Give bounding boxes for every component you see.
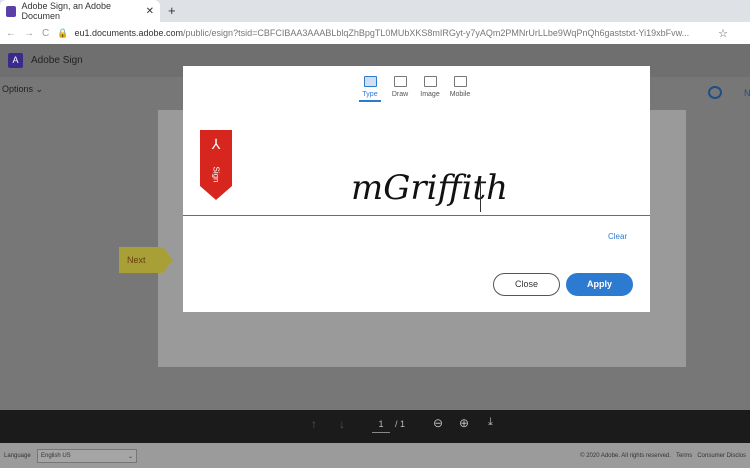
- mode-mobile[interactable]: Mobile: [449, 76, 471, 102]
- pen-icon: [393, 76, 407, 87]
- back-forward-reload-icon[interactable]: ←→C: [6, 28, 57, 39]
- download-icon[interactable]: ⤓: [488, 416, 493, 429]
- mode-label: Draw: [391, 91, 409, 98]
- document-toolbar: ↑ ↓ 1 / 1 ⊖ ⊕ ⤓: [0, 410, 750, 443]
- sign-flag: ⅄ Sign: [200, 130, 232, 200]
- signature-dialog: Type Draw Image Mobile ⅄ Sign mGriffith C…: [183, 66, 650, 312]
- flag-label: Sign: [211, 166, 221, 183]
- terms-link[interactable]: Terms: [676, 453, 692, 459]
- bookmark-star-icon[interactable]: ☆: [718, 27, 728, 40]
- next-page-icon[interactable]: ↓: [339, 417, 345, 431]
- consumer-disclosure-link[interactable]: Consumer Disclos: [697, 453, 746, 459]
- url-path: /public/esign?tsid=CBFCIBAA3AAABLblqZhBp…: [183, 28, 690, 38]
- header-link[interactable]: N: [744, 88, 750, 98]
- browser-tab[interactable]: Adobe Sign, an Adobe Documen ✕: [0, 0, 160, 22]
- chat-icon[interactable]: [708, 86, 722, 99]
- app-name: Adobe Sign: [31, 55, 83, 66]
- zoom-out-icon[interactable]: ⊖: [433, 416, 443, 430]
- page-input[interactable]: 1: [372, 419, 390, 433]
- close-tab-icon[interactable]: ✕: [146, 6, 154, 17]
- mode-label: Mobile: [449, 91, 471, 98]
- language-value: English US: [41, 453, 71, 459]
- prev-page-icon[interactable]: ↑: [311, 417, 317, 431]
- tab-title: Adobe Sign, an Adobe Documen: [21, 1, 112, 21]
- url-host: eu1.documents.adobe.com: [74, 28, 184, 38]
- language-label: Language: [4, 453, 31, 459]
- tab-bar: Adobe Sign, an Adobe Documen ✕ +: [0, 0, 750, 22]
- footer-links: © 2020 Adobe. All rights reserved. Terms…: [580, 453, 746, 459]
- acrobat-icon: ⅄: [211, 136, 221, 152]
- page-total: / 1: [395, 419, 406, 429]
- mode-draw[interactable]: Draw: [389, 76, 411, 102]
- copyright: © 2020 Adobe. All rights reserved.: [580, 453, 671, 459]
- mode-image[interactable]: Image: [419, 76, 441, 102]
- text-caret: [480, 178, 481, 212]
- signature-line: [183, 215, 650, 216]
- apply-button[interactable]: Apply: [566, 273, 633, 296]
- next-button[interactable]: Next: [119, 247, 173, 273]
- options-menu[interactable]: Options ⌄: [2, 84, 43, 95]
- mode-label: Image: [420, 91, 440, 98]
- chevron-down-icon: ⌄: [127, 454, 133, 460]
- mode-type[interactable]: Type: [359, 76, 381, 102]
- mode-label: Type: [362, 91, 378, 98]
- footer: Language English US ⌄ © 2020 Adobe. All r…: [0, 443, 750, 468]
- image-icon: [423, 76, 437, 87]
- zoom-in-icon[interactable]: ⊕: [459, 416, 469, 430]
- clear-link[interactable]: Clear: [608, 232, 627, 241]
- adobe-favicon-icon: [6, 5, 17, 17]
- address-bar: ←→C 🔒 eu1.documents.adobe.com/public/esi…: [0, 22, 750, 44]
- mobile-icon: [453, 76, 467, 87]
- language-select[interactable]: English US ⌄: [37, 449, 137, 463]
- signature-input[interactable]: mGriffith: [351, 168, 508, 208]
- lock-icon: 🔒: [57, 27, 69, 38]
- url-input[interactable]: eu1.documents.adobe.com/public/esign?tsi…: [74, 28, 714, 38]
- close-button[interactable]: Close: [493, 273, 560, 296]
- keyboard-icon: [363, 76, 377, 87]
- adobe-logo-icon: A: [8, 53, 23, 68]
- new-tab-icon[interactable]: +: [168, 3, 176, 18]
